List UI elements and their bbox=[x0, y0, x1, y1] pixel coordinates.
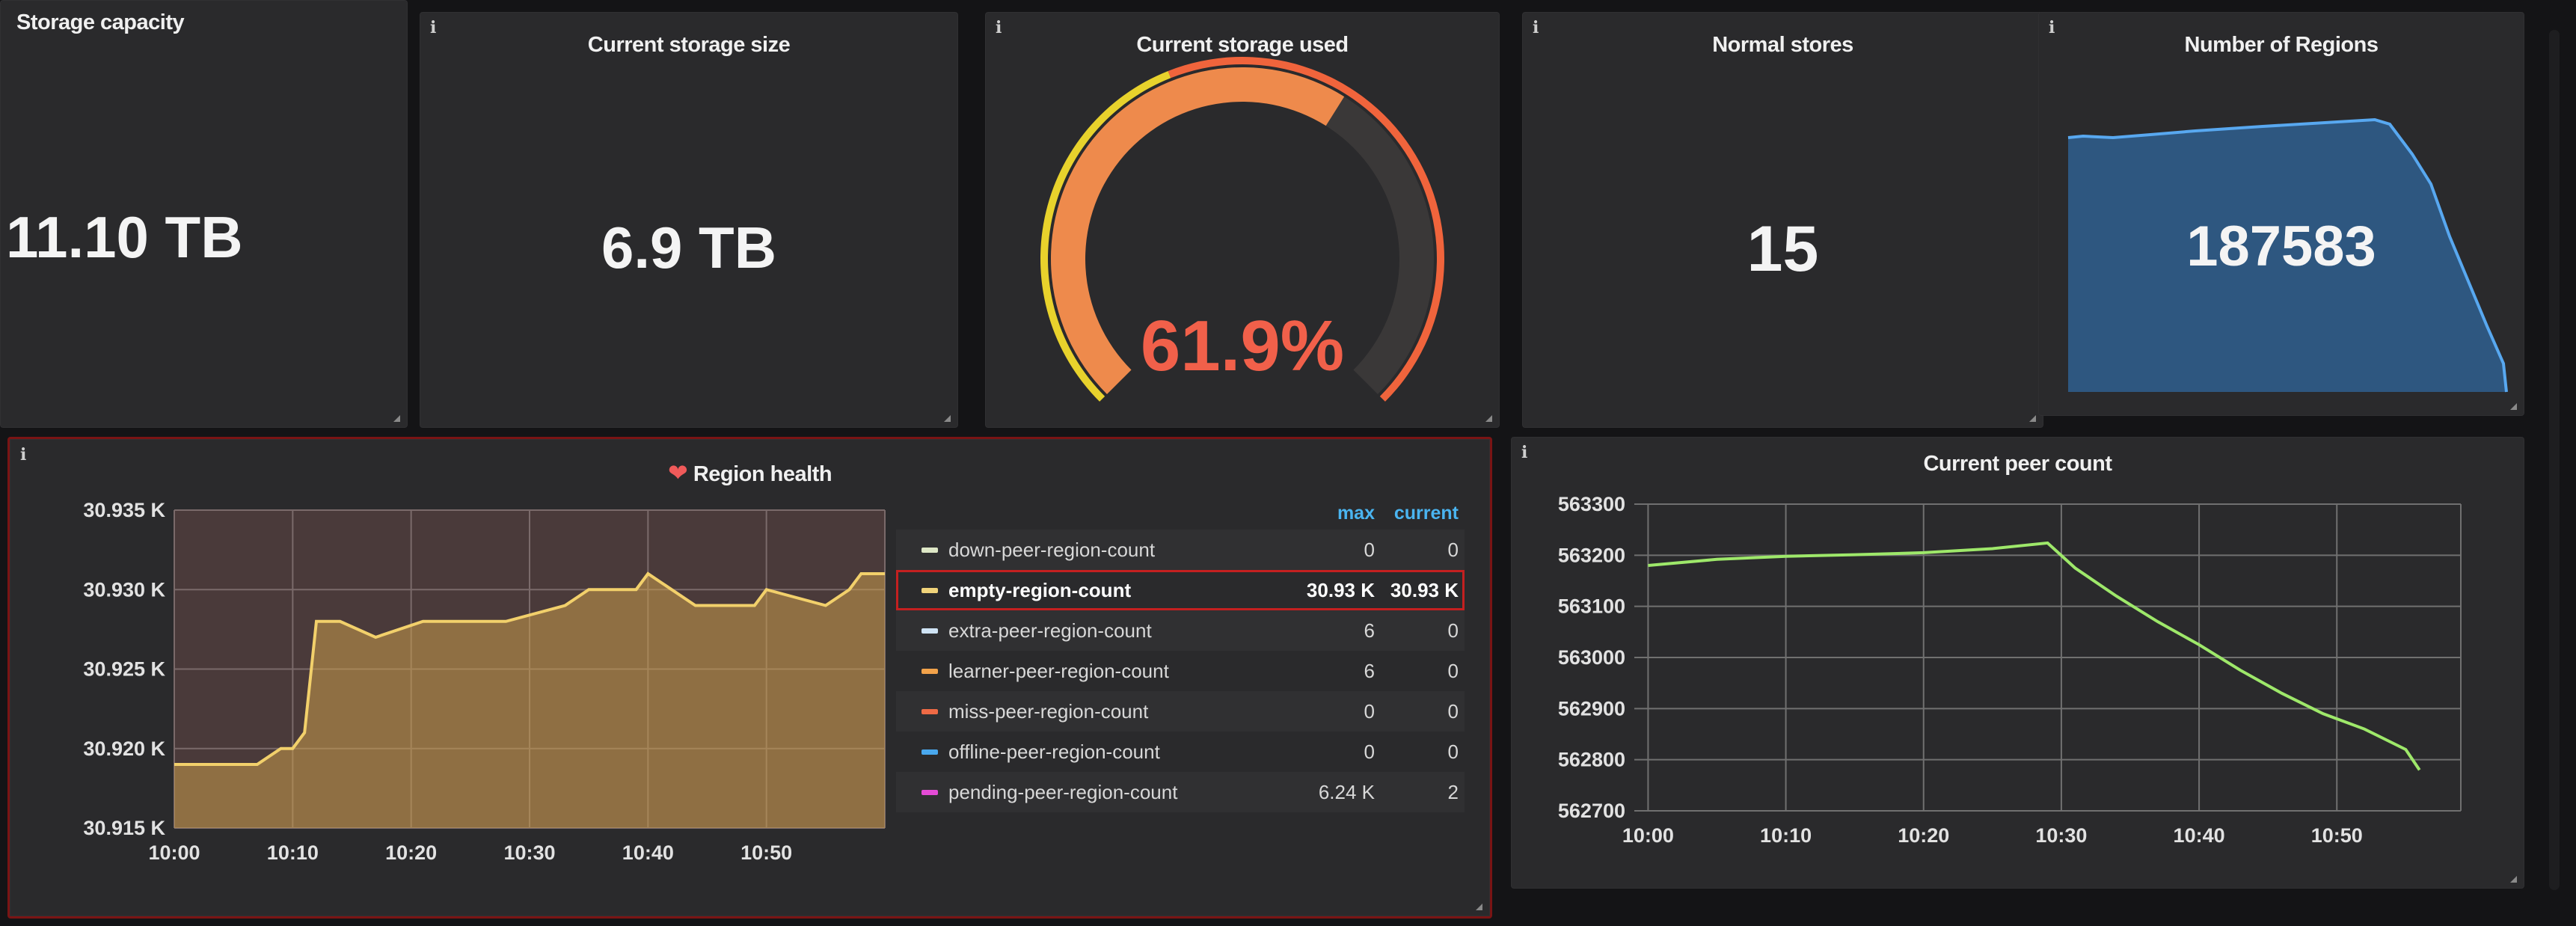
resize-handle[interactable] bbox=[1485, 415, 1492, 422]
legend-header-max[interactable]: max bbox=[1270, 503, 1375, 524]
x-tick-label: 10:10 bbox=[1760, 824, 1812, 847]
legend-item-empty-region[interactable]: empty-region-count 30.93 K 30.93 K bbox=[896, 570, 1465, 610]
legend-name: pending-peer-region-count bbox=[948, 781, 1178, 803]
y-tick-label: 563200 bbox=[1558, 544, 1625, 566]
x-tick-label: 10:00 bbox=[1622, 824, 1674, 847]
legend-item-miss-peer[interactable]: miss-peer-region-count 0 0 bbox=[896, 691, 1465, 732]
legend-name: empty-region-count bbox=[948, 579, 1132, 601]
legend-current: 0 bbox=[1447, 539, 1459, 561]
panel-title: Current storage size bbox=[587, 33, 791, 57]
y-tick-label: 563300 bbox=[1558, 493, 1625, 515]
normal-stores-panel[interactable]: i Normal stores 15 bbox=[1522, 12, 2043, 428]
legend-name: offline-peer-region-count bbox=[948, 741, 1160, 763]
legend-swatch bbox=[921, 588, 938, 593]
legend-swatch bbox=[921, 790, 938, 795]
legend-swatch bbox=[921, 628, 938, 634]
legend-current: 0 bbox=[1447, 619, 1459, 642]
legend-swatch bbox=[921, 709, 938, 714]
legend-item-down-peer[interactable]: down-peer-region-count 0 0 bbox=[896, 530, 1465, 570]
legend-item-offline-peer[interactable]: offline-peer-region-count 0 0 bbox=[896, 732, 1465, 772]
legend-item-pending-peer[interactable]: pending-peer-region-count 6.24 K 2 bbox=[896, 772, 1465, 812]
number-of-regions-value: 187583 bbox=[2186, 215, 2376, 278]
current-storage-size-panel[interactable]: i Current storage size 6.9 TB bbox=[420, 12, 958, 428]
resize-handle[interactable] bbox=[944, 415, 951, 422]
legend-max: 0 bbox=[1364, 741, 1375, 763]
y-tick-label: 563000 bbox=[1558, 646, 1625, 669]
x-tick-label: 10:20 bbox=[385, 841, 437, 864]
x-tick-label: 10:00 bbox=[148, 841, 200, 864]
resize-handle[interactable] bbox=[2029, 415, 2036, 422]
x-tick-label: 10:50 bbox=[2311, 824, 2363, 847]
y-tick-label: 30.935 K bbox=[83, 499, 165, 521]
y-tick-label: 30.930 K bbox=[83, 578, 165, 601]
legend-swatch bbox=[921, 749, 938, 755]
legend-current: 0 bbox=[1447, 741, 1459, 763]
x-tick-label: 10:30 bbox=[2035, 824, 2087, 847]
y-tick-label: 562900 bbox=[1558, 697, 1625, 720]
y-tick-label: 30.925 K bbox=[83, 658, 165, 681]
resize-handle[interactable] bbox=[393, 415, 400, 422]
y-tick-label: 30.920 K bbox=[83, 738, 165, 760]
panel-title: Normal stores bbox=[1712, 33, 1853, 57]
region-health-panel[interactable]: i ❤ Region health 30.935 K 30.930 K 30.925… bbox=[7, 437, 1492, 919]
legend-header-current[interactable]: current bbox=[1375, 503, 1459, 524]
y-tick-label: 562700 bbox=[1558, 800, 1625, 822]
x-tick-label: 10:30 bbox=[503, 841, 555, 864]
storage-capacity-value: 11.10 TB bbox=[6, 204, 243, 270]
panel-title: Storage capacity bbox=[16, 10, 185, 34]
legend-current: 0 bbox=[1447, 700, 1459, 723]
normal-stores-value: 15 bbox=[1747, 213, 1819, 285]
x-tick-label: 10:10 bbox=[267, 841, 319, 864]
legend-max: 0 bbox=[1364, 700, 1375, 723]
legend-max: 30.93 K bbox=[1306, 579, 1375, 601]
legend-current: 2 bbox=[1447, 781, 1459, 803]
resize-handle[interactable] bbox=[2510, 876, 2517, 883]
legend-max: 0 bbox=[1364, 539, 1375, 561]
legend-item-extra-peer[interactable]: extra-peer-region-count 6 0 bbox=[896, 610, 1465, 651]
legend-name: down-peer-region-count bbox=[948, 539, 1156, 561]
current-storage-size-value: 6.9 TB bbox=[601, 215, 777, 280]
legend-name: learner-peer-region-count bbox=[948, 660, 1169, 682]
peer-count-chart: 563300 563200 563100 563000 562900 562800 5627… bbox=[1558, 493, 2462, 847]
storage-capacity-panel[interactable]: Storage capacity 11.10 TB bbox=[0, 0, 408, 428]
legend-max: 6 bbox=[1364, 619, 1375, 642]
x-tick-label: 10:20 bbox=[1898, 824, 1949, 847]
legend-max: 6.24 K bbox=[1318, 781, 1375, 803]
legend-current: 0 bbox=[1447, 660, 1459, 682]
legend-max: 6 bbox=[1364, 660, 1375, 682]
y-tick-label: 563100 bbox=[1558, 595, 1625, 618]
x-tick-label: 10:40 bbox=[622, 841, 674, 864]
x-tick-label: 10:50 bbox=[740, 841, 792, 864]
resize-handle[interactable] bbox=[1476, 904, 1482, 910]
legend-swatch bbox=[921, 548, 938, 553]
legend-swatch bbox=[921, 669, 938, 674]
y-tick-label: 562800 bbox=[1558, 749, 1625, 771]
number-of-regions-panel[interactable]: i Number of Regions 187583 bbox=[2038, 12, 2524, 416]
legend-current: 30.93 K bbox=[1390, 579, 1459, 601]
resize-handle[interactable] bbox=[2510, 403, 2517, 410]
legend-item-learner-peer[interactable]: learner-peer-region-count 6 0 bbox=[896, 651, 1465, 691]
legend-table: max current down-peer-region-count 0 0 e… bbox=[896, 503, 1479, 907]
region-health-chart: 30.935 K 30.930 K 30.925 K 30.920 K 30.915 K… bbox=[83, 499, 886, 864]
legend-name: miss-peer-region-count bbox=[948, 700, 1149, 723]
storage-used-value: 61.9% bbox=[1140, 306, 1345, 386]
y-tick-label: 30.915 K bbox=[83, 817, 165, 839]
x-tick-label: 10:40 bbox=[2174, 824, 2225, 847]
legend-name: extra-peer-region-count bbox=[948, 619, 1152, 642]
current-storage-used-panel[interactable]: i Current storage used 61.9% bbox=[985, 12, 1500, 428]
scrollbar[interactable] bbox=[2549, 30, 2560, 890]
current-peer-count-panel[interactable]: i Current peer count 563300 563200 563100 5… bbox=[1511, 437, 2524, 889]
